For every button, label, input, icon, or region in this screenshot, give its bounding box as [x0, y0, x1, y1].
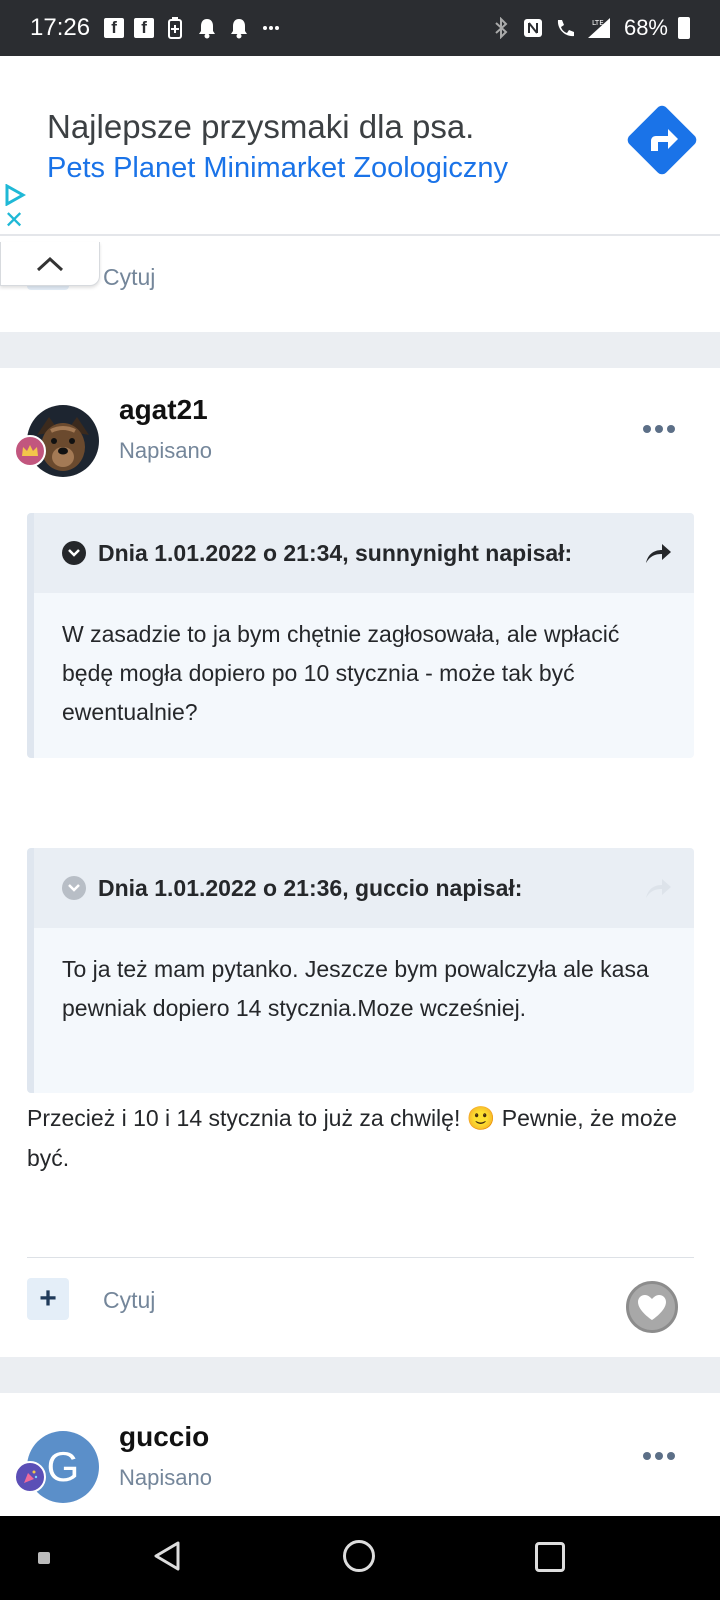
multiquote-button[interactable]: + [27, 1278, 69, 1320]
collapse-ad-button[interactable] [0, 242, 100, 286]
signal-icon: LTE [586, 17, 614, 39]
wifi-call-icon [554, 17, 576, 39]
post-options-icon[interactable] [643, 425, 675, 435]
facebook-notification-icon: f [104, 18, 125, 38]
status-bar: 17:26 f f LTE 68% [0, 0, 720, 56]
like-button[interactable] [626, 1281, 678, 1333]
rank-badge-icon [14, 435, 46, 467]
quote-block: Dnia 1.01.2022 o 21:36, guccio napisał: … [27, 848, 694, 1093]
quote-link[interactable]: Cytuj [103, 264, 155, 291]
recent-apps-icon[interactable] [535, 1542, 565, 1572]
post-author[interactable]: guccio [119, 1421, 209, 1453]
adchoices-icon[interactable] [4, 184, 26, 206]
chevron-down-icon[interactable] [62, 541, 86, 565]
avatar-letter: G [46, 1443, 80, 1490]
ad-title[interactable]: Najlepsze przysmaki dla psa. [47, 108, 474, 146]
ad-close-icon[interactable]: ✕ [4, 209, 26, 233]
bell-icon [228, 17, 250, 39]
quote-text: To ja też mam pytanko. Jeszcze bym powal… [62, 956, 649, 1021]
heart-icon [638, 1295, 666, 1320]
nfc-icon [522, 17, 544, 39]
battery-saver-icon [164, 17, 186, 39]
post-date-label: Napisano [119, 438, 212, 463]
ad-advertiser[interactable]: Pets Planet Minimarket Zoologiczny [47, 152, 508, 185]
quote-header[interactable]: Dnia 1.01.2022 o 21:36, guccio napisał: [34, 848, 694, 928]
quote-citation: Dnia 1.01.2022 o 21:34, sunnynight napis… [98, 539, 573, 566]
bell-icon [196, 17, 218, 39]
quote-block: Dnia 1.01.2022 o 21:34, sunnynight napis… [27, 513, 694, 758]
next-post-card: G guccio Napisano [0, 1393, 720, 1517]
directions-arrow-icon [642, 118, 686, 162]
quote-text: W zasadzie to ja bym chętnie zagłosowała… [62, 621, 620, 725]
post-card: agat21 Napisano Dnia 1.01.2022 o 21:34, … [0, 368, 720, 1357]
quote-link[interactable]: Cytuj [103, 1287, 155, 1314]
quote-header[interactable]: Dnia 1.01.2022 o 21:34, sunnynight napis… [34, 513, 694, 593]
previous-post-footer: Cytuj [0, 236, 720, 332]
more-notifications-icon [260, 17, 282, 39]
nav-indicator-icon [38, 1552, 50, 1564]
ad-banner[interactable]: Najlepsze przysmaki dla psa. Pets Planet… [0, 56, 720, 236]
battery-percent: 68% [623, 15, 668, 40]
navigation-bar [0, 1516, 720, 1600]
back-icon[interactable] [152, 1540, 182, 1572]
share-arrow-icon[interactable] [644, 539, 672, 565]
bluetooth-icon [490, 17, 512, 39]
share-arrow-icon[interactable] [644, 874, 672, 900]
battery-icon [678, 17, 690, 39]
post-date-label: Napisano [119, 1465, 212, 1490]
chevron-up-icon [36, 256, 64, 271]
home-icon[interactable] [343, 1540, 375, 1572]
post-author[interactable]: agat21 [119, 394, 208, 426]
facebook-notification-icon: f [134, 18, 155, 38]
chevron-down-icon[interactable] [62, 876, 86, 900]
divider [27, 1257, 694, 1258]
status-time: 17:26 [30, 14, 91, 41]
svg-text:LTE: LTE [592, 19, 604, 27]
post-options-icon[interactable] [643, 1452, 675, 1462]
quote-citation: Dnia 1.01.2022 o 21:36, guccio napisał: [98, 874, 523, 901]
rank-badge-icon [14, 1461, 46, 1493]
post-body: Przecież i 10 i 14 stycznia to już za ch… [27, 1105, 677, 1171]
